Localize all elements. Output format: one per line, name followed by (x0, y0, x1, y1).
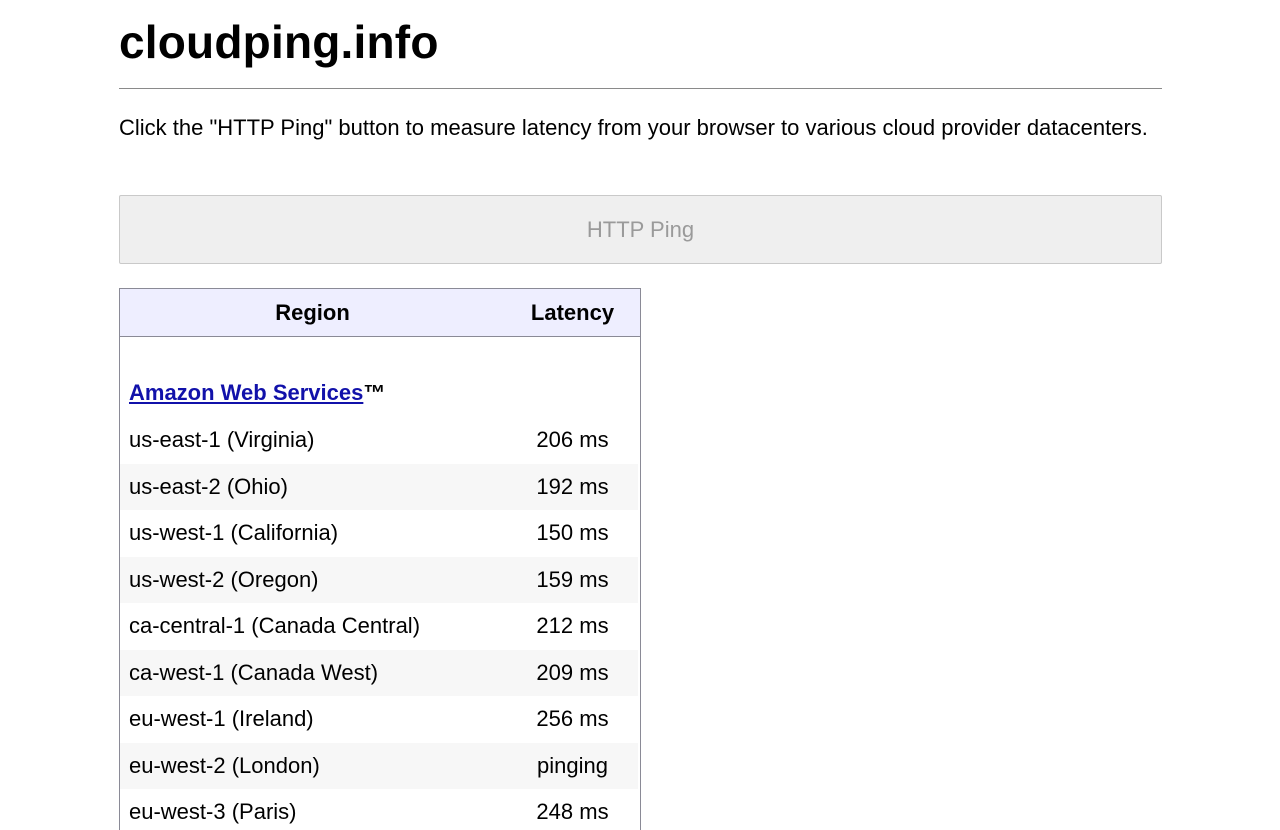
table-row: us-west-1 (California) 150 ms (120, 510, 638, 557)
intro-text: Click the "HTTP Ping" button to measure … (119, 115, 1148, 140)
latency-cell: pinging (537, 752, 608, 778)
table-row: ca-central-1 (Canada Central) 212 ms (120, 603, 638, 650)
title-divider (119, 88, 1162, 89)
region-rows: us-east-1 (Virginia) 206 ms us-east-2 (O… (120, 417, 640, 830)
column-header-latency: Latency (530, 300, 615, 325)
http-ping-button[interactable]: HTTP Ping (119, 195, 1162, 264)
provider-heading: Amazon Web Services™ (129, 379, 385, 407)
site-title: cloudping.info (119, 16, 439, 68)
table-row: ca-west-1 (Canada West) 209 ms (120, 649, 638, 696)
latency-cell: 256 ms (536, 706, 609, 731)
region-cell: us-east-2 (Ohio) (129, 473, 288, 499)
region-cell: ca-west-1 (Canada West) (129, 659, 379, 685)
region-cell: eu-west-1 (Ireland) (129, 706, 314, 731)
table-row: eu-west-1 (Ireland) 256 ms (120, 696, 638, 743)
trademark-symbol: ™ (363, 380, 386, 405)
page: cloudping.info Click the "HTTP Ping" but… (0, 0, 1280, 830)
column-header-region: Region (275, 300, 350, 325)
latency-cell: 159 ms (536, 566, 609, 592)
region-cell: ca-central-1 (Canada Central) (129, 613, 421, 638)
table-row: us-east-1 (Virginia) 206 ms (120, 417, 638, 464)
provider-link[interactable]: Amazon Web Services (129, 380, 363, 405)
region-cell: us-east-1 (Virginia) (129, 427, 315, 452)
region-cell: eu-west-2 (London) (129, 752, 320, 778)
latency-cell: 206 ms (536, 427, 609, 452)
latency-cell: 248 ms (536, 799, 609, 824)
latency-cell: 150 ms (536, 520, 609, 545)
region-cell: eu-west-3 (Paris) (129, 799, 297, 824)
latency-cell: 192 ms (536, 473, 609, 499)
table-header: Region Latency (120, 289, 640, 337)
table-row: us-west-2 (Oregon) 159 ms (120, 556, 638, 603)
region-cell: us-west-1 (California) (129, 520, 339, 545)
table-row: eu-west-2 (London) pinging (120, 742, 638, 789)
table-row: us-east-2 (Ohio) 192 ms (120, 463, 638, 510)
latency-cell: 209 ms (536, 659, 609, 685)
latency-table: Region Latency Amazon Web Services™ us-e… (119, 288, 641, 830)
latency-cell: 212 ms (536, 613, 609, 638)
region-cell: us-west-2 (Oregon) (129, 566, 319, 592)
table-row: eu-west-3 (Paris) 248 ms (120, 789, 638, 830)
